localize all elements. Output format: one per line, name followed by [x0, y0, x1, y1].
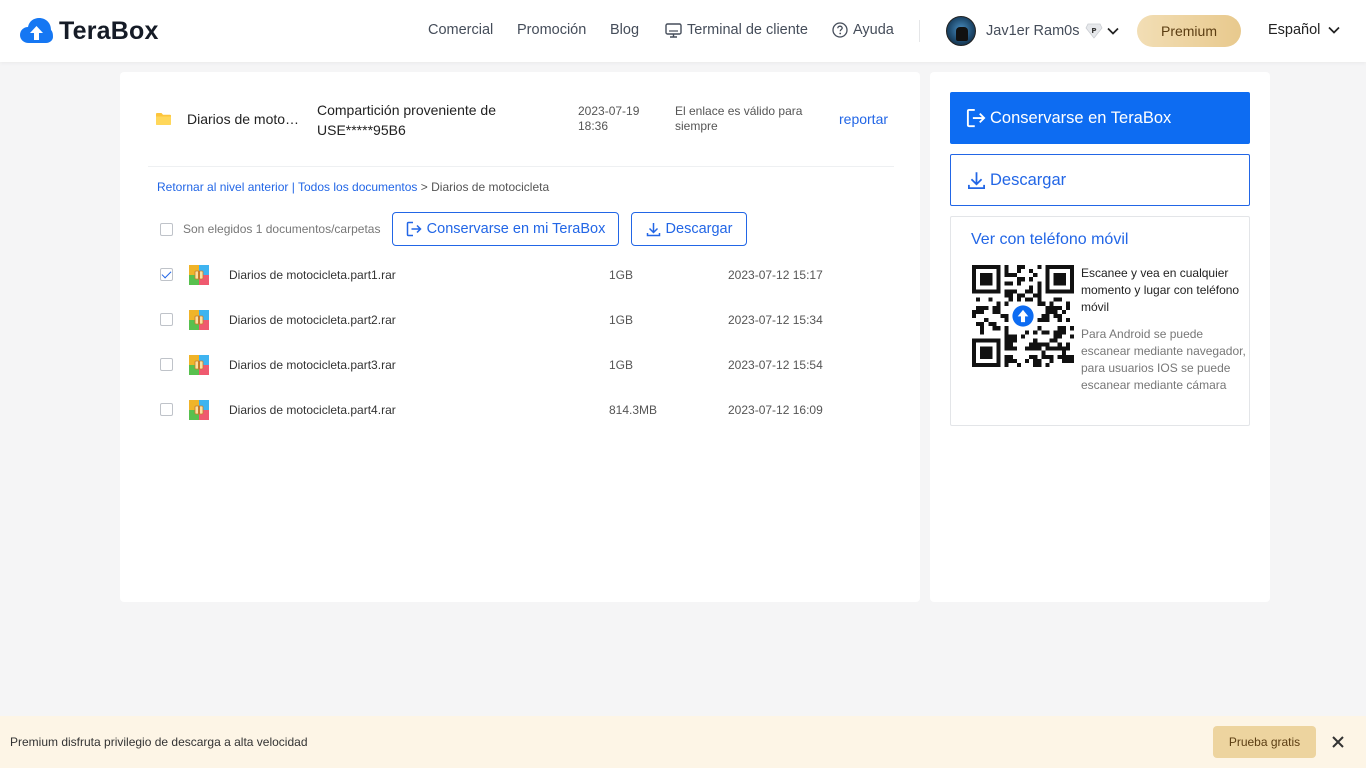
- share-info-row: Diarios de motocicleta Compartición prov…: [120, 72, 920, 167]
- chevron-down-icon: [1328, 26, 1341, 34]
- premium-badge-icon: P: [1086, 23, 1103, 39]
- save-icon: [406, 221, 422, 237]
- table-row[interactable]: Diarios de motocicleta.part3.rar 1GB 202…: [120, 342, 920, 387]
- cloud-upload-icon: [20, 18, 53, 43]
- rar-archive-icon: [189, 310, 209, 330]
- mobile-title: Ver con teléfono móvil: [971, 231, 1129, 248]
- nav-terminal-label: Terminal de cliente: [687, 22, 808, 38]
- row-checkbox[interactable]: [160, 268, 173, 281]
- file-name[interactable]: Diarios de motocicleta.part3.rar: [229, 358, 396, 372]
- file-name[interactable]: Diarios de motocicleta.part4.rar: [229, 403, 396, 417]
- breadcrumb-sep: |: [291, 180, 295, 194]
- free-trial-button[interactable]: Prueba gratis: [1213, 726, 1316, 758]
- premium-button[interactable]: Premium: [1137, 15, 1241, 47]
- avatar: [946, 16, 976, 46]
- language-selector[interactable]: Español: [1268, 22, 1341, 38]
- selection-count: Son elegidos 1 documentos/carpetas: [183, 222, 381, 236]
- nav-promocion[interactable]: Promoción: [517, 22, 586, 38]
- android-ios-note: Para Android se puede escanear mediante …: [1081, 327, 1246, 392]
- file-list-card: Diarios de motocicleta Compartición prov…: [120, 72, 920, 602]
- row-checkbox[interactable]: [160, 403, 173, 416]
- brand-name: TeraBox: [59, 16, 159, 45]
- save-to-my-terabox-label: Conservarse en mi TeraBox: [426, 221, 606, 237]
- mobile-view-box: Ver con teléfono móvil Escanee y vea en …: [950, 216, 1250, 426]
- file-name[interactable]: Diarios de motocicleta.part1.rar: [229, 268, 396, 282]
- premium-promo-banner: Premium disfruta privilegio de descarga …: [0, 716, 1366, 768]
- file-date: 2023-07-12 15:54: [728, 358, 823, 372]
- download-button[interactable]: Descargar: [631, 212, 747, 246]
- side-download-button[interactable]: Descargar: [950, 154, 1250, 206]
- language-label: Español: [1268, 22, 1321, 38]
- top-header: TeraBox Comercial Promoción Blog Termina…: [0, 0, 1366, 62]
- monitor-icon: [665, 22, 682, 38]
- file-name[interactable]: Diarios de motocicleta.part2.rar: [229, 313, 396, 327]
- action-side-card: Conservarse en TeraBox Descargar Ver con…: [930, 72, 1270, 602]
- row-checkbox[interactable]: [160, 313, 173, 326]
- file-size: 1GB: [609, 313, 634, 327]
- selection-toolbar: Son elegidos 1 documentos/carpetas: [160, 222, 380, 236]
- breadcrumb: Retornar al nivel anterior | Todos los d…: [157, 180, 549, 194]
- chevron-down-icon: [1107, 27, 1120, 35]
- nav-terminal-cliente[interactable]: Terminal de cliente: [665, 22, 808, 38]
- header-divider: [919, 20, 920, 42]
- close-icon[interactable]: [1331, 735, 1345, 749]
- rar-archive-icon: [189, 265, 209, 285]
- terabox-logo[interactable]: TeraBox: [20, 16, 159, 46]
- file-size: 1GB: [609, 358, 634, 372]
- table-row[interactable]: Diarios de motocicleta.part2.rar 1GB 202…: [120, 297, 920, 342]
- rar-archive-icon: [189, 355, 209, 375]
- save-icon: [966, 108, 986, 128]
- save-to-terabox-label: Conservarse en TeraBox: [990, 108, 1172, 127]
- file-date: 2023-07-12 15:34: [728, 313, 823, 327]
- user-menu[interactable]: Jav1er Ram0s P: [946, 16, 1120, 46]
- divider: [148, 166, 894, 167]
- nav-comercial[interactable]: Comercial: [428, 22, 493, 38]
- breadcrumb-back[interactable]: Retornar al nivel anterior: [157, 180, 288, 194]
- select-all-checkbox[interactable]: [160, 222, 173, 236]
- row-checkbox[interactable]: [160, 358, 173, 371]
- promo-text: Premium disfruta privilegio de descarga …: [10, 735, 308, 749]
- user-name: Jav1er Ram0s: [986, 23, 1080, 39]
- rar-archive-icon: [189, 400, 209, 420]
- download-label: Descargar: [665, 221, 733, 237]
- table-row[interactable]: Diarios de motocicleta.part1.rar 1GB 202…: [120, 252, 920, 297]
- save-to-terabox-button[interactable]: Conservarse en TeraBox: [950, 92, 1250, 144]
- folder-icon: [156, 113, 171, 125]
- help-icon: [832, 22, 848, 38]
- side-download-label: Descargar: [990, 170, 1067, 189]
- file-size: 814.3MB: [609, 403, 658, 417]
- file-size: 1GB: [609, 268, 634, 282]
- download-icon: [968, 171, 985, 189]
- share-folder-name: Diarios de motocicleta: [187, 111, 302, 127]
- nav-blog[interactable]: Blog: [610, 22, 639, 38]
- breadcrumb-current: Diarios de motocicleta: [431, 180, 550, 194]
- scan-instructions: Escanee y vea en cualquier momento y lug…: [1081, 266, 1240, 314]
- share-from: Compartición proveniente de USE*****95B6: [317, 102, 496, 138]
- file-date: 2023-07-12 16:09: [728, 403, 823, 417]
- link-validity: El enlace es válido para siempre: [675, 104, 803, 133]
- nav-ayuda[interactable]: Ayuda: [832, 22, 894, 38]
- share-date: 2023-07-19 18:36: [578, 104, 640, 133]
- report-link[interactable]: reportar: [839, 111, 888, 127]
- breadcrumb-arrow: >: [420, 180, 428, 194]
- save-to-my-terabox-button[interactable]: Conservarse en mi TeraBox: [392, 212, 619, 246]
- nav-ayuda-label: Ayuda: [853, 22, 894, 38]
- svg-text:P: P: [1092, 27, 1097, 35]
- qr-code: [972, 265, 1074, 367]
- file-date: 2023-07-12 15:17: [728, 268, 823, 282]
- download-icon: [646, 222, 660, 236]
- table-row[interactable]: Diarios de motocicleta.part4.rar 814.3MB…: [120, 387, 920, 432]
- breadcrumb-all-docs[interactable]: Todos los documentos: [298, 180, 417, 194]
